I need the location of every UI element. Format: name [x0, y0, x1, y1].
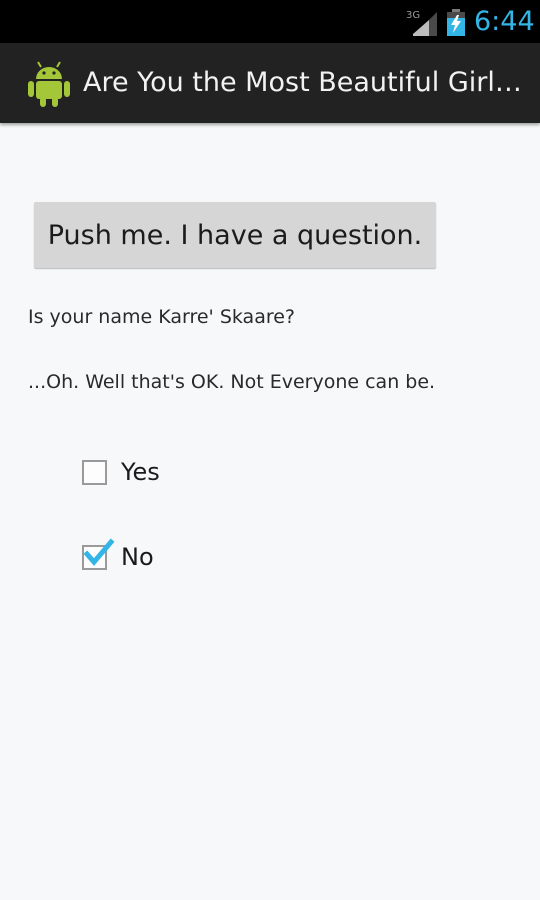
checkbox-yes[interactable]: Yes [80, 455, 160, 489]
android-robot-icon[interactable] [27, 60, 71, 108]
action-bar: Are You the Most Beautiful Girl… [0, 43, 540, 123]
signal-3g-icon: 3G [406, 10, 437, 36]
app-screen: 3G 6:44 Are You the Most Beautiful Girl…… [0, 0, 540, 900]
question-button[interactable]: Push me. I have a question. [34, 202, 436, 268]
response-text: ...Oh. Well that's OK. Not Everyone can … [28, 371, 436, 393]
checkbox-no-label: No [121, 543, 154, 571]
network-type-label: 3G [406, 10, 420, 21]
checkbox-yes-box[interactable] [82, 459, 107, 485]
app-title: Are You the Most Beautiful Girl… [83, 67, 522, 98]
checkbox-no[interactable]: No [80, 537, 154, 574]
question-text: Is your name Karre' Skaare? [28, 306, 296, 328]
battery-charging-icon [447, 9, 465, 36]
checkbox-yes-label: Yes [121, 458, 160, 486]
status-bar: 3G 6:44 [0, 0, 540, 43]
checkbox-no-box[interactable] [82, 537, 115, 570]
checkmark-icon [83, 537, 115, 566]
status-clock: 6:44 [474, 6, 535, 37]
